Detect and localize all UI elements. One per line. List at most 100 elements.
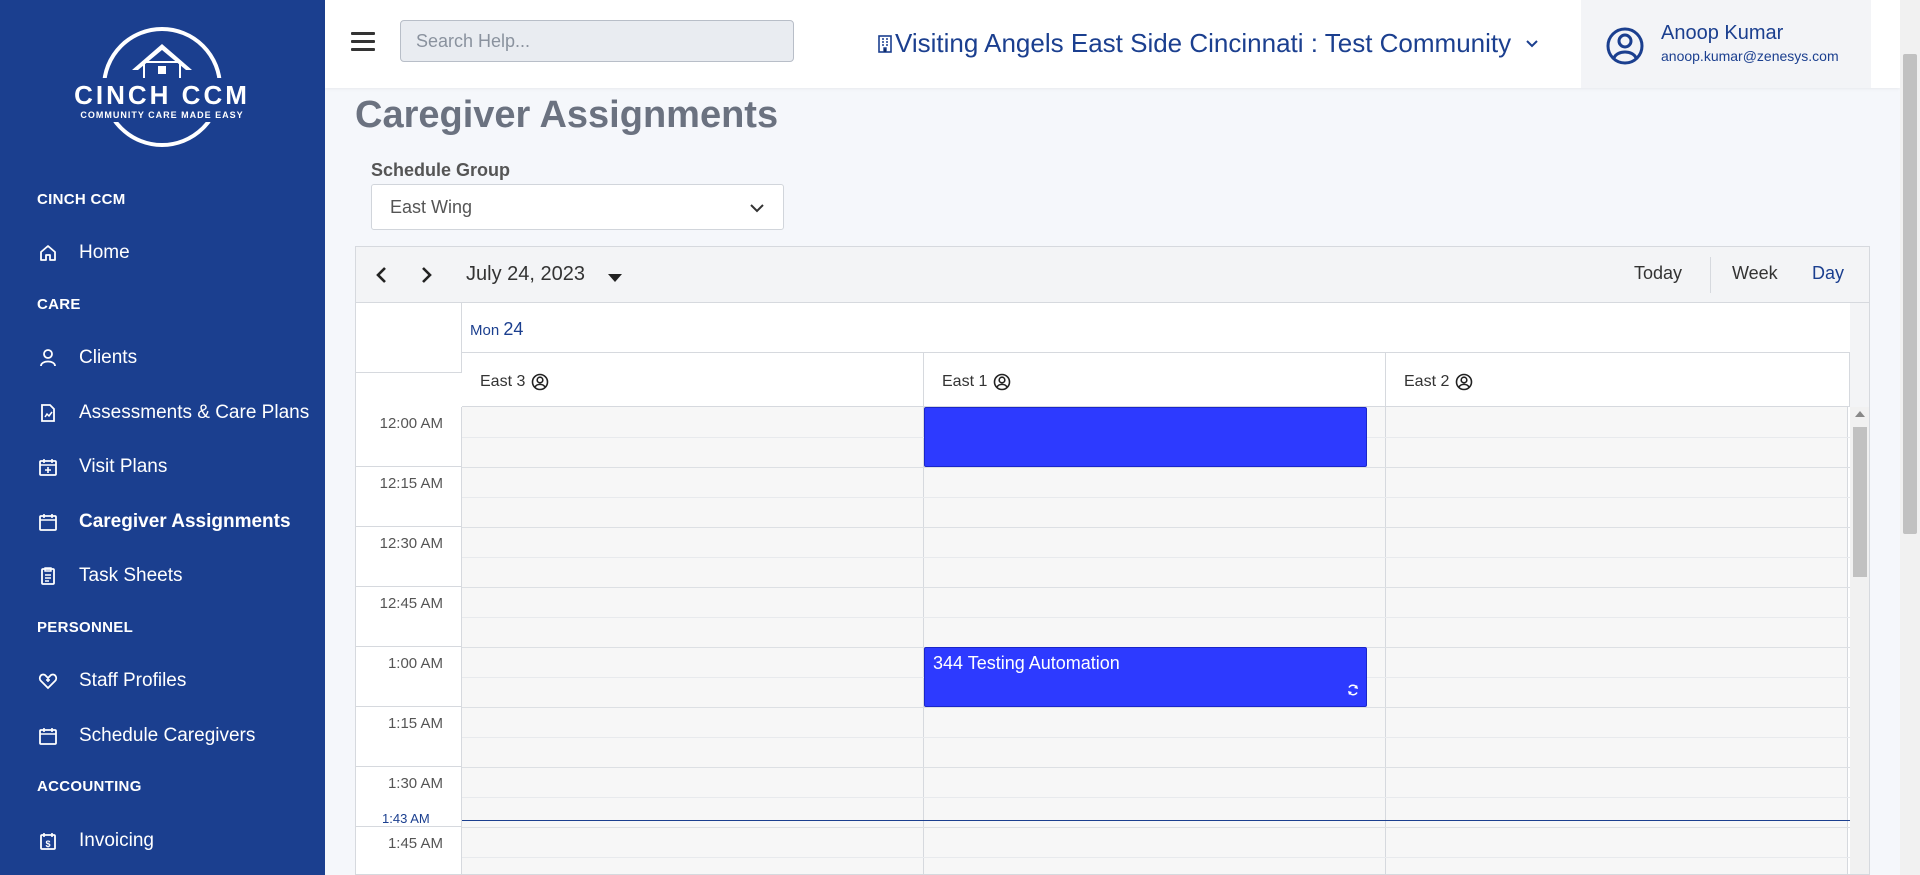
day-header[interactable]: Mon 24 (462, 303, 1850, 353)
time-slot: 12:15 AM (356, 467, 462, 527)
current-time-line (462, 820, 1850, 821)
grid-line (462, 767, 1850, 768)
sidebar-item-label: Invoicing (79, 830, 154, 851)
sidebar-item-label: Caregiver Assignments (79, 511, 291, 532)
calendar-plus-icon (37, 456, 59, 478)
grid-line (462, 617, 1850, 618)
document-chart-icon (37, 402, 59, 424)
scrollbar-thumb[interactable] (1903, 54, 1917, 534)
logo-text: CINCH CCM (74, 80, 250, 110)
resource-label: East 3 (480, 373, 526, 390)
page-scrollbar[interactable] (1900, 0, 1920, 875)
scheduler: July 24, 2023 Today Week Day Mon 24 East… (355, 246, 1870, 875)
caret-down-icon[interactable] (608, 269, 622, 287)
user-circle-icon (993, 373, 1011, 391)
grid-line (462, 467, 1850, 468)
grid-line (462, 557, 1850, 558)
time-slot: 1:15 AM (356, 707, 462, 767)
community-selector[interactable]: Visiting Angels East Side Cincinnati : T… (877, 28, 1539, 59)
today-button[interactable]: Today (1634, 263, 1682, 284)
search-help-input[interactable] (400, 20, 794, 62)
resource-header-east-2[interactable]: East 2 (1386, 353, 1850, 407)
day-name: Mon (470, 322, 500, 339)
time-slot: 1:00 AM (356, 647, 462, 707)
resource-header-east-3[interactable]: East 3 (462, 353, 924, 407)
time-label: 12:00 AM (379, 415, 443, 432)
event-title: 344 Testing Automation (933, 653, 1120, 673)
time-slot: 1:45 AM (356, 827, 462, 874)
day-view-button[interactable]: Day (1812, 263, 1844, 284)
section-cinch-ccm: CINCH CCM (37, 191, 126, 208)
sidebar-item-label: Clients (79, 347, 138, 368)
appointment-event[interactable] (924, 407, 1367, 467)
time-label: 1:00 AM (387, 655, 443, 672)
sidebar-item-visit-plans[interactable]: Visit Plans (37, 452, 167, 482)
time-label: 12:45 AM (379, 595, 443, 612)
grid-line (462, 827, 1850, 828)
grid-line (462, 857, 1850, 858)
grid-corner (356, 303, 462, 373)
appointment-event[interactable]: 344 Testing Automation (924, 647, 1367, 707)
column-east-1[interactable] (924, 407, 1386, 874)
invoice-icon: $ (37, 830, 59, 852)
chevron-right-icon (422, 267, 432, 283)
svg-text:$: $ (45, 839, 50, 849)
time-label: 12:15 AM (379, 475, 443, 492)
page-title: Caregiver Assignments (355, 94, 779, 136)
sidebar-item-label: Task Sheets (79, 565, 183, 586)
resource-label: East 1 (942, 373, 988, 390)
resource-label: East 2 (1404, 373, 1450, 390)
day-number: 24 (503, 319, 524, 339)
week-view-button[interactable]: Week (1732, 263, 1778, 284)
hamburger-menu-icon[interactable] (351, 32, 375, 52)
sidebar-item-staff-profiles[interactable]: Staff Profiles (37, 666, 186, 696)
heart-badge-icon (37, 670, 59, 692)
user-menu[interactable]: Anoop Kumar anoop.kumar@zenesys.com (1581, 0, 1871, 88)
grid-line (462, 527, 1850, 528)
previous-button[interactable] (368, 261, 396, 289)
logo-tagline: COMMUNITY CARE MADE EASY (80, 110, 243, 120)
time-label: 1:30 AM (387, 775, 443, 792)
time-slot: 12:45 AM (356, 587, 462, 647)
user-circle-icon (531, 373, 549, 391)
next-button[interactable] (412, 261, 440, 289)
section-accounting: ACCOUNTING (37, 778, 142, 795)
current-date[interactable]: July 24, 2023 (466, 263, 585, 286)
calendar-icon (37, 511, 59, 533)
sidebar-item-invoicing[interactable]: $ Invoicing (37, 826, 154, 856)
scheduler-toolbar: July 24, 2023 Today Week Day (356, 247, 1869, 303)
scroll-up-arrow-icon[interactable] (1855, 411, 1865, 417)
time-slot: 12:00 AM (356, 407, 462, 467)
scheduler-scrollbar[interactable] (1850, 407, 1869, 874)
section-personnel: PERSONNEL (37, 619, 134, 636)
resource-header-east-1[interactable]: East 1 (924, 353, 1386, 407)
time-slot: 12:30 AM (356, 527, 462, 587)
sidebar-item-caregiver-assignments[interactable]: Caregiver Assignments (37, 507, 291, 537)
schedule-group-select[interactable]: East Wing (371, 184, 784, 230)
schedule-group-label: Schedule Group (371, 160, 511, 180)
user-avatar-icon (1605, 26, 1645, 66)
top-header: Visiting Angels East Side Cincinnati : T… (325, 0, 1900, 88)
user-circle-icon (1455, 373, 1473, 391)
sidebar-item-assessments[interactable]: Assessments & Care Plans (37, 398, 309, 428)
clipboard-icon (37, 565, 59, 587)
sidebar-item-label: Visit Plans (79, 456, 168, 477)
current-time-label: 1:43 AM (382, 811, 430, 826)
recurrence-icon (1346, 681, 1360, 702)
section-care: CARE (37, 296, 81, 313)
time-label: 12:30 AM (379, 535, 443, 552)
scrollbar-thumb[interactable] (1853, 427, 1867, 577)
home-icon (37, 242, 59, 264)
column-east-2[interactable] (1386, 407, 1848, 874)
grid-line (462, 797, 1850, 798)
cinch-ccm-logo[interactable]: CINCH CCM COMMUNITY CARE MADE EASY (62, 22, 262, 152)
community-name: Visiting Angels East Side Cincinnati : T… (895, 28, 1512, 58)
sidebar-item-home[interactable]: Home (37, 238, 130, 268)
building-icon (877, 34, 893, 54)
column-east-3[interactable] (462, 407, 924, 874)
grid-line (462, 737, 1850, 738)
sidebar-item-schedule-caregivers[interactable]: Schedule Caregivers (37, 721, 255, 751)
scheduler-grid: Mon 24 East 3 East 1 East 2 12:00 AM 12:… (356, 303, 1850, 874)
sidebar-item-clients[interactable]: Clients (37, 343, 137, 373)
sidebar-item-task-sheets[interactable]: Task Sheets (37, 561, 183, 591)
